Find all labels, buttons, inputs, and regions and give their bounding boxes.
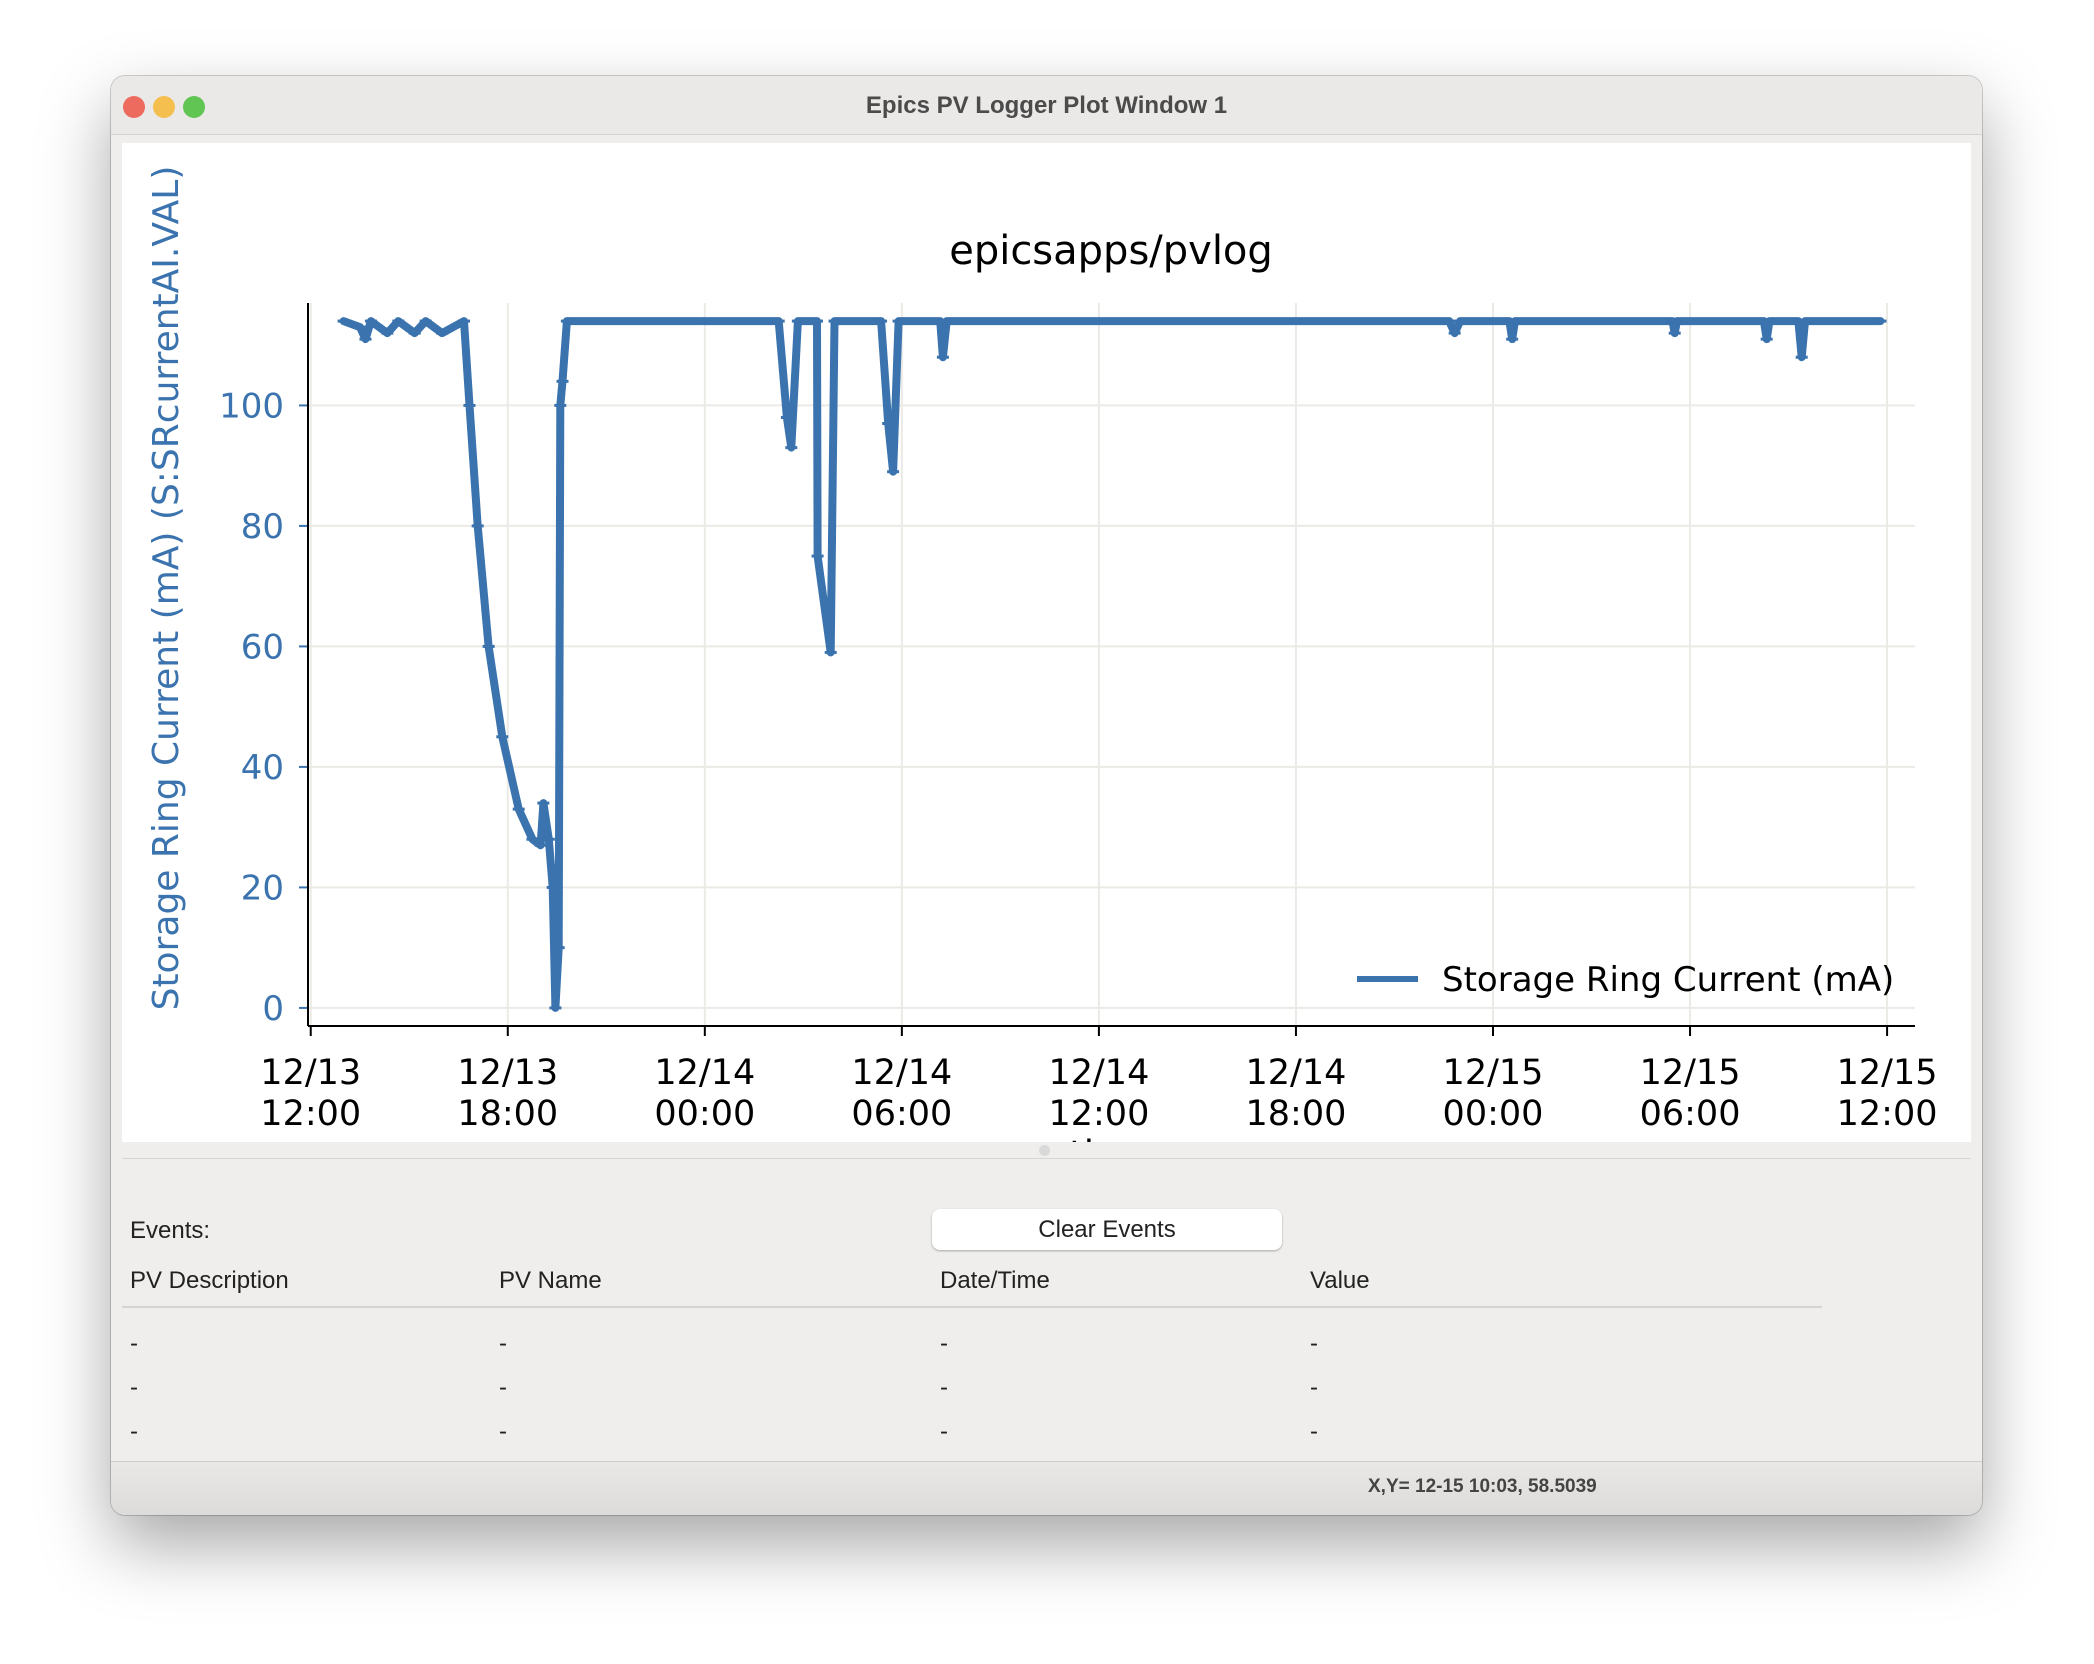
x-tick-label-time: 12:00	[1837, 1094, 1938, 1134]
chart-title: epicsapps/pvlog	[949, 228, 1273, 274]
x-tick-label-date: 12/13	[457, 1053, 558, 1093]
legend: Storage Ring Current (mA)	[1357, 960, 1894, 1000]
table-cell[interactable]: -	[130, 1374, 138, 1402]
y-tick-label: 0	[262, 989, 284, 1029]
x-tick-label-date: 12/14	[1246, 1053, 1347, 1093]
x-tick-label-date: 12/15	[1640, 1053, 1741, 1093]
x-tick-label-date: 12/15	[1443, 1053, 1544, 1093]
x-tick-label-time: 00:00	[654, 1094, 755, 1134]
series-line-path	[339, 317, 1885, 1012]
column-header-date-time[interactable]: Date/Time	[940, 1267, 1050, 1295]
table-cell[interactable]: -	[940, 1374, 948, 1402]
y-tick-label: 40	[241, 748, 284, 788]
x-tick-label-time: 06:00	[1640, 1094, 1741, 1134]
window-title: Epics PV Logger Plot Window 1	[865, 92, 1228, 119]
x-tick-label-date: 12/15	[1837, 1053, 1938, 1093]
x-tick-label-time: 06:00	[851, 1094, 952, 1134]
column-header-pv-name[interactable]: PV Name	[499, 1267, 602, 1295]
plot-panel[interactable]: 0 20 40 60 80 100 12/13 12:00 12/13 18:00 12/14 00:…	[122, 143, 1971, 1176]
cursor-readout: X,Y= 12-15 10:03, 58.5039	[1368, 1476, 1597, 1497]
y-axis-label: Storage Ring Current (mA) (S:SRcurrentAI…	[146, 166, 187, 1011]
table-cell[interactable]: -	[130, 1418, 138, 1446]
axes: 02040608010012/1312:0012/1318:0012/1400:…	[219, 303, 1938, 1134]
series-line	[337, 317, 1887, 1012]
table-cell[interactable]: -	[1310, 1330, 1318, 1358]
y-tick-label: 100	[219, 386, 284, 426]
x-axis-label: time	[1069, 1133, 1153, 1142]
x-tick-label-time: 12:00	[1048, 1094, 1149, 1134]
header-divider	[122, 1306, 1822, 1308]
table-cell[interactable]: -	[1310, 1418, 1318, 1446]
table-cell[interactable]: -	[499, 1374, 507, 1402]
x-tick-label-time: 00:00	[1443, 1094, 1544, 1134]
grid	[308, 303, 1915, 1026]
table-cell[interactable]: -	[499, 1330, 507, 1358]
y-tick-label: 80	[241, 507, 284, 547]
y-tick-label: 20	[241, 868, 284, 908]
status-bar: X,Y= 12-15 10:03, 58.5039	[111, 1461, 1982, 1515]
table-cell[interactable]: -	[940, 1418, 948, 1446]
events-label: Events:	[130, 1217, 211, 1244]
x-tick-label-time: 12:00	[260, 1094, 361, 1134]
table-cell[interactable]: -	[1310, 1374, 1318, 1402]
x-tick-label-date: 12/14	[654, 1053, 755, 1093]
table-cell[interactable]: -	[940, 1330, 948, 1358]
x-tick-label-date: 12/13	[260, 1053, 361, 1093]
legend-label: Storage Ring Current (mA)	[1442, 960, 1894, 1000]
chart[interactable]: 02040608010012/1312:0012/1318:0012/1400:…	[122, 143, 1971, 1176]
clear-events-button[interactable]: Clear Events	[932, 1209, 1282, 1250]
y-tick-label: 60	[241, 627, 284, 667]
splitter-line	[122, 1158, 1971, 1159]
table-cell[interactable]: -	[499, 1418, 507, 1446]
x-tick-label-time: 18:00	[1246, 1094, 1347, 1134]
column-header-pv-description[interactable]: PV Description	[130, 1267, 289, 1295]
plot-window: Epics PV Logger Plot Window 1 0 20 40 60 80 1…	[111, 76, 1982, 1515]
x-tick-label-time: 18:00	[457, 1094, 558, 1134]
table-cell[interactable]: -	[130, 1330, 138, 1358]
column-header-value[interactable]: Value	[1310, 1267, 1370, 1295]
x-tick-label-date: 12/14	[851, 1053, 952, 1093]
splitter-handle[interactable]	[1039, 1145, 1050, 1156]
x-tick-label-date: 12/14	[1048, 1053, 1149, 1093]
title-bar[interactable]: Epics PV Logger Plot Window 1	[111, 76, 1982, 135]
